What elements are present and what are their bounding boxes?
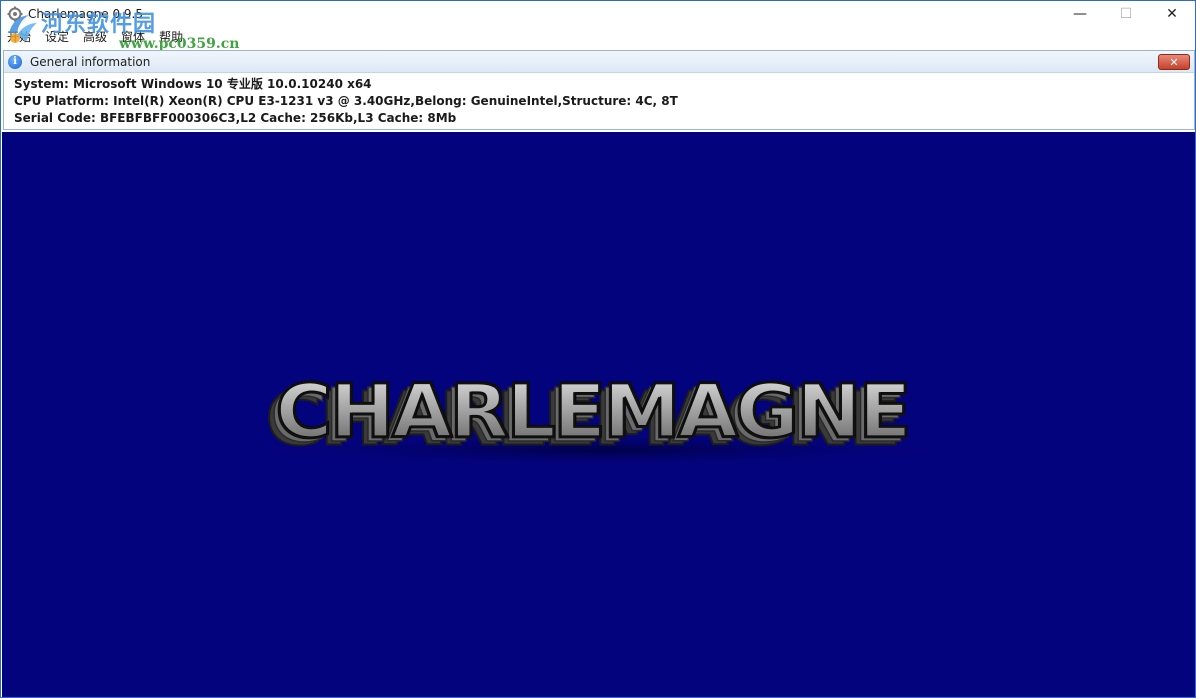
window-title: Charlemagne 0.9.5: [28, 7, 143, 21]
cpu-info-line: CPU Platform: Intel(R) Xeon(R) CPU E3-12…: [14, 94, 678, 108]
title-bar[interactable]: Charlemagne 0.9.5 — ☐ ✕: [1, 1, 1195, 27]
menu-item-advanced[interactable]: 高级: [76, 27, 114, 47]
app-window: Charlemagne 0.9.5 — ☐ ✕ 开始 设定 高级 窗体 帮助 河…: [0, 0, 1196, 698]
system-info-line: System: Microsoft Windows 10 专业版 10.0.10…: [14, 77, 372, 91]
info-panel-close-button[interactable]: ✕: [1158, 54, 1190, 70]
menu-bar: 开始 设定 高级 窗体 帮助: [1, 27, 1195, 47]
info-panel-header: i General information ✕: [4, 51, 1194, 73]
info-lines: System: Microsoft Windows 10 专业版 10.0.10…: [4, 73, 1194, 127]
render-canvas[interactable]: CHARLEMAGNE CHARLEMAGNE CHARLEMAGNE CHAR…: [2, 132, 1195, 697]
general-info-panel: i General information ✕ System: Microsof…: [3, 50, 1195, 130]
menu-item-help[interactable]: 帮助: [152, 27, 190, 47]
minimize-button[interactable]: —: [1057, 1, 1103, 27]
window-controls: — ☐ ✕: [1057, 1, 1195, 27]
close-button[interactable]: ✕: [1149, 1, 1195, 27]
logo-inline: CHARLEMAGNE: [276, 367, 909, 454]
menu-item-start[interactable]: 开始: [1, 27, 38, 47]
info-panel-title: General information: [30, 54, 151, 69]
serial-info-line: Serial Code: BFEBFBFF000306C3,L2 Cache: …: [14, 111, 457, 125]
maximize-button[interactable]: ☐: [1103, 1, 1149, 27]
menu-item-window[interactable]: 窗体: [114, 27, 152, 47]
menu-item-settings[interactable]: 设定: [38, 27, 76, 47]
info-icon: i: [8, 54, 22, 69]
app-icon: [6, 5, 24, 23]
charlemagne-3d-logo: CHARLEMAGNE CHARLEMAGNE CHARLEMAGNE CHAR…: [222, 366, 982, 468]
